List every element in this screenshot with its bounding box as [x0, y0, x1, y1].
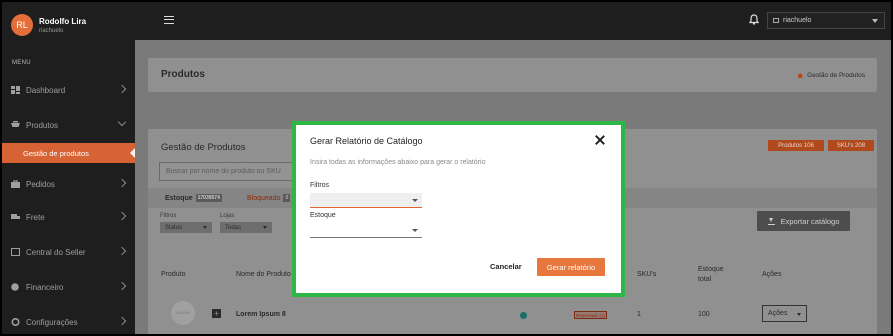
- column-header-estoque-total: Estoque total: [698, 266, 724, 283]
- status-select[interactable]: Status: [160, 222, 212, 233]
- product-thumbnail: IMAGEM: [171, 301, 195, 325]
- product-skus: 1: [637, 311, 641, 318]
- export-catalog-button[interactable]: Exportar catálogo: [757, 211, 850, 231]
- tab-label: Estoque: [165, 195, 193, 202]
- filters-select[interactable]: [310, 193, 422, 208]
- breadcrumb[interactable]: Gestão de Produtos: [797, 72, 865, 79]
- sidebar-item-frete[interactable]: Frete: [2, 208, 135, 226]
- menu-title: MENU: [12, 60, 31, 66]
- user-profile[interactable]: RL Rodolfo Lira riachuelo: [11, 14, 86, 36]
- column-header-acoes: Ações: [762, 271, 782, 278]
- tab-estoque[interactable]: Estoque 17039574: [165, 194, 222, 202]
- sidebar-item-label: Financeiro: [26, 282, 64, 292]
- sidebar-item-dashboard[interactable]: Dashboard: [2, 81, 135, 99]
- filter-label: Filtros: [160, 213, 177, 219]
- modal-title: Gerar Relatório de Catálogo: [310, 136, 423, 146]
- actions-select[interactable]: Ações: [762, 305, 807, 322]
- modal-description: Insira todas as informações abaixo para …: [310, 159, 486, 166]
- store-icon: [773, 18, 779, 23]
- chevron-right-icon: [117, 316, 127, 326]
- chevron-down-icon: [797, 313, 801, 316]
- search-input[interactable]: Buscar por nome do produto ou SKU: [159, 162, 309, 181]
- chevron-right-icon: [117, 84, 127, 94]
- cart-icon: [11, 121, 20, 129]
- product-stock: 100: [698, 311, 710, 318]
- report-modal: Gerar Relatório de Catálogo Insira todas…: [296, 125, 621, 293]
- money-icon: [11, 283, 20, 291]
- breadcrumb-label: Gestão de Produtos: [807, 72, 865, 79]
- dashboard-icon: [11, 86, 20, 94]
- tab-count: 0: [283, 194, 291, 202]
- sidebar-item-label: Dashboard: [26, 85, 66, 95]
- expand-row-button[interactable]: +: [212, 309, 221, 318]
- store-select[interactable]: riachuelo: [767, 12, 885, 29]
- tab-label: Bloqueado: [247, 195, 281, 202]
- export-label: Exportar catálogo: [780, 216, 840, 226]
- column-header-nome: Nome do Produto: [236, 271, 291, 278]
- generate-report-button[interactable]: Gerar relatório: [537, 258, 605, 276]
- chevron-right-icon: [117, 178, 127, 188]
- chevron-down-icon: [872, 19, 878, 23]
- product-name: Lorem Ipsum 8: [236, 311, 286, 318]
- store-icon: [11, 248, 20, 256]
- sidebar-item-produtos[interactable]: Produtos: [2, 116, 135, 134]
- sidebar-subitem-gestao-produtos[interactable]: Gestão de produtos: [2, 143, 136, 163]
- sidebar-item-label: Produtos: [26, 120, 59, 130]
- actions-select-value: Ações: [768, 310, 788, 317]
- page-header: Produtos Gestão de Produtos: [148, 58, 877, 92]
- skus-count-badge: SKU's 208: [828, 140, 874, 151]
- cancel-button[interactable]: Cancelar: [490, 262, 522, 271]
- section-title: Gestão de Produtos: [161, 142, 246, 153]
- avatar: RL: [11, 14, 33, 36]
- stores-label: Lojas: [220, 213, 235, 219]
- sidebar-item-central-seller[interactable]: Central do Seller: [2, 243, 135, 261]
- stock-field-label: Estoque: [310, 212, 336, 219]
- filters-field-label: Filtros: [310, 182, 330, 189]
- menu-icon[interactable]: [164, 16, 174, 24]
- tab-count: 17039574: [195, 194, 222, 202]
- sidebar-item-financeiro[interactable]: Financeiro: [2, 278, 135, 296]
- stores-select[interactable]: Todas: [220, 222, 272, 233]
- products-count-badge: Produtos 106: [768, 140, 824, 151]
- chevron-down-icon: [412, 229, 418, 232]
- sidebar-item-pedidos[interactable]: Pedidos: [2, 175, 135, 193]
- page-title: Produtos: [161, 69, 205, 80]
- bell-icon[interactable]: [748, 14, 760, 27]
- status-select-value: Status: [165, 224, 183, 231]
- chevron-right-icon: [117, 281, 127, 291]
- chevron-right-icon: [117, 211, 127, 221]
- chevron-down-icon: [412, 199, 418, 202]
- gear-icon: [11, 318, 20, 326]
- chevron-down-icon: [203, 226, 207, 229]
- close-icon[interactable]: [594, 134, 606, 146]
- download-icon: [767, 217, 775, 225]
- chevron-down-icon: [263, 226, 267, 229]
- status-dot: [520, 312, 527, 319]
- sidebar-item-label: Pedidos: [26, 179, 55, 189]
- sidebar-item-label: Central do Seller: [26, 247, 86, 257]
- sidebar-item-configuracoes[interactable]: Configurações: [2, 313, 135, 331]
- user-store: riachuelo: [39, 27, 64, 34]
- truck-icon: [11, 213, 20, 221]
- sidebar: RL Rodolfo Lira riachuelo MENU Dashboard…: [2, 2, 136, 334]
- topbar: riachuelo: [135, 2, 891, 40]
- chevron-down-icon: [117, 117, 127, 127]
- stock-select[interactable]: [310, 223, 422, 238]
- column-header-produto: Produto: [161, 271, 186, 278]
- sidebar-item-label: Configurações: [26, 317, 78, 327]
- home-icon: [797, 73, 804, 78]
- stores-select-value: Todas: [225, 224, 242, 231]
- status-badge: Reprovado (1): [574, 311, 607, 319]
- chevron-right-icon: [117, 246, 127, 256]
- bag-icon: [11, 180, 20, 188]
- sidebar-item-label: Frete: [26, 212, 45, 222]
- store-select-value: riachuelo: [783, 17, 812, 24]
- column-header-skus: SKU's: [637, 271, 657, 278]
- user-name: Rodolfo Lira: [39, 16, 87, 26]
- tab-bloqueado[interactable]: Bloqueado 0: [247, 194, 291, 202]
